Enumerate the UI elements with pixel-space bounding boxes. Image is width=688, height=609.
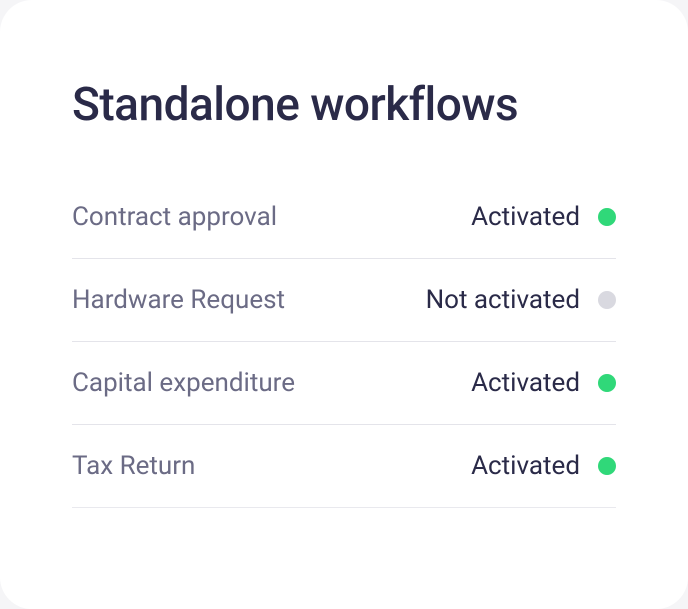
workflow-status: Activated <box>471 368 580 398</box>
status-indicator-icon <box>598 291 616 309</box>
workflows-card: Standalone workflows Contract approval A… <box>0 0 688 609</box>
workflow-row[interactable]: Capital expenditure Activated <box>72 342 616 425</box>
workflow-row[interactable]: Tax Return Activated <box>72 425 616 508</box>
workflow-status: Activated <box>471 451 580 481</box>
workflow-status: Activated <box>471 202 580 232</box>
status-indicator-icon <box>598 374 616 392</box>
workflow-status: Not activated <box>426 285 580 315</box>
page-title: Standalone workflows <box>72 78 616 132</box>
workflow-status-wrap: Activated <box>471 451 616 481</box>
workflow-status-wrap: Activated <box>471 202 616 232</box>
workflow-name: Tax Return <box>72 451 195 481</box>
status-indicator-icon <box>598 457 616 475</box>
status-indicator-icon <box>598 208 616 226</box>
workflow-name: Contract approval <box>72 202 277 232</box>
workflow-name: Capital expenditure <box>72 368 295 398</box>
workflow-list: Contract approval Activated Hardware Req… <box>72 194 616 508</box>
workflow-status-wrap: Activated <box>471 368 616 398</box>
workflow-row[interactable]: Contract approval Activated <box>72 194 616 259</box>
workflow-status-wrap: Not activated <box>426 285 616 315</box>
workflow-row[interactable]: Hardware Request Not activated <box>72 259 616 342</box>
workflow-name: Hardware Request <box>72 285 285 315</box>
